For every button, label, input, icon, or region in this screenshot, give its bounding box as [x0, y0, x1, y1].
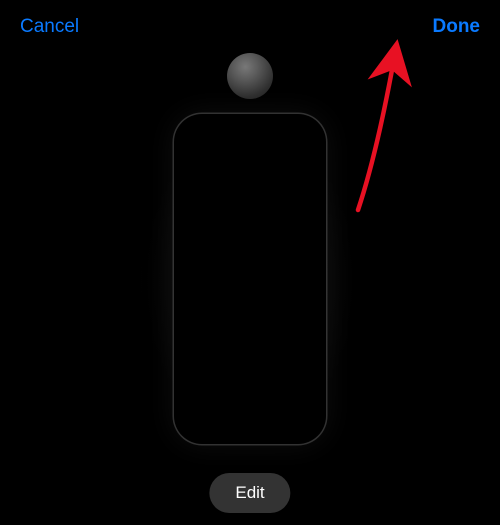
done-button[interactable]: Done [433, 16, 481, 38]
lock-screen-preview-area: Edit [150, 100, 350, 525]
phone-preview-frame[interactable] [174, 114, 326, 444]
assistive-touch-orb[interactable] [227, 53, 273, 99]
navigation-bar: Cancel Done [0, 0, 500, 50]
edit-button[interactable]: Edit [209, 473, 290, 513]
cancel-button[interactable]: Cancel [20, 16, 79, 38]
